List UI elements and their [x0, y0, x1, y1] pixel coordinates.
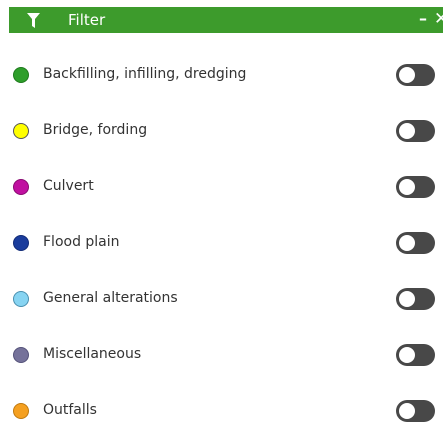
- category-color-dot: [13, 403, 29, 419]
- toggle-knob: [399, 235, 415, 251]
- category-label: Bridge, fording: [43, 122, 148, 138]
- category-color-dot: [13, 235, 29, 251]
- category-row-general-alterations: General alterations: [0, 285, 443, 313]
- category-label: Flood plain: [43, 234, 120, 250]
- toggle-knob: [399, 123, 415, 139]
- category-label: Miscellaneous: [43, 346, 142, 362]
- toggle-knob: [399, 347, 415, 363]
- category-color-dot: [13, 291, 29, 307]
- toggle-knob: [399, 179, 415, 195]
- category-toggle[interactable]: [396, 120, 435, 142]
- toggle-knob: [399, 291, 415, 307]
- toggle-knob: [399, 403, 415, 419]
- category-color-dot: [13, 179, 29, 195]
- toggle-knob: [399, 67, 415, 83]
- category-color-dot: [13, 123, 29, 139]
- category-toggle[interactable]: [396, 400, 435, 422]
- category-color-dot: [13, 347, 29, 363]
- category-row-backfilling: Backfilling, infilling, dredging: [0, 61, 443, 89]
- category-label: Backfilling, infilling, dredging: [43, 66, 247, 82]
- category-label: Culvert: [43, 178, 94, 194]
- category-row-miscellaneous: Miscellaneous: [0, 341, 443, 369]
- category-toggle[interactable]: [396, 344, 435, 366]
- category-label: General alterations: [43, 290, 178, 306]
- category-toggle[interactable]: [396, 176, 435, 198]
- category-row-flood-plain: Flood plain: [0, 229, 443, 257]
- category-label: Outfalls: [43, 402, 97, 418]
- filter-panel: Filter – ✕ Backfilling, infilling, dredg…: [0, 0, 443, 434]
- category-toggle[interactable]: [396, 232, 435, 254]
- category-toggle[interactable]: [396, 64, 435, 86]
- category-row-culvert: Culvert: [0, 173, 443, 201]
- category-list: Backfilling, infilling, dredging Bridge,…: [0, 0, 443, 434]
- category-toggle[interactable]: [396, 288, 435, 310]
- category-color-dot: [13, 67, 29, 83]
- category-row-outfalls: Outfalls: [0, 397, 443, 425]
- category-row-bridge: Bridge, fording: [0, 117, 443, 145]
